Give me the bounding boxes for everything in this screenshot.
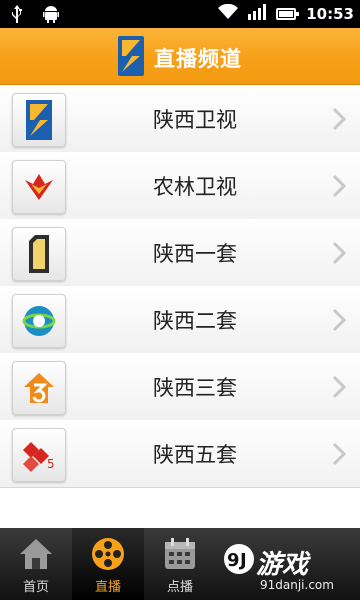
sxtv-logo-icon xyxy=(12,93,66,147)
tab-label: 点播 xyxy=(166,580,193,595)
channel-name: 陕西五套 xyxy=(153,443,237,467)
home-icon xyxy=(18,536,54,576)
nonglin-logo-icon xyxy=(12,160,66,214)
tab-home[interactable]: 首页 xyxy=(0,528,72,600)
channel-row[interactable]: 陕西二套 xyxy=(0,286,360,354)
channel-name: 陕西二套 xyxy=(153,309,237,333)
channel-name: 陕西一套 xyxy=(153,242,237,266)
tab-label: 首页 xyxy=(22,580,49,595)
chevron-right-icon xyxy=(332,442,347,470)
clock: 10:53 xyxy=(306,5,354,23)
wifi-icon xyxy=(218,3,239,24)
channel-row[interactable]: 农林卫视 xyxy=(0,152,360,220)
watermark: 9 J 游戏 91danji.com xyxy=(222,538,360,600)
app-logo-icon xyxy=(118,36,144,80)
battery-icon xyxy=(276,8,300,20)
channel-name: 农林卫视 xyxy=(153,175,237,199)
channel1-logo-icon xyxy=(12,227,66,281)
chevron-right-icon xyxy=(332,375,347,403)
channel5-logo-icon: 5 xyxy=(12,428,66,482)
channel-row[interactable]: 5 陕西五套 xyxy=(0,420,360,488)
page-title: 直播频道 xyxy=(154,47,242,71)
watermark-logo-icon: 9 J xyxy=(224,544,254,574)
channel3-logo-icon xyxy=(12,361,66,415)
chevron-right-icon xyxy=(332,241,347,269)
channel-name: 陕西三套 xyxy=(153,376,237,400)
svg-text:J: J xyxy=(238,550,247,571)
svg-text:5: 5 xyxy=(47,457,55,471)
chevron-right-icon xyxy=(332,174,347,202)
channel2-logo-icon xyxy=(12,294,66,348)
usb-icon xyxy=(10,5,24,27)
chevron-right-icon xyxy=(332,107,347,135)
channel-row[interactable]: 陕西卫视 xyxy=(0,85,360,153)
android-icon xyxy=(42,5,60,27)
signal-icon xyxy=(248,4,267,24)
watermark-url: 91danji.com xyxy=(260,578,334,592)
watermark-text: 游戏 xyxy=(256,550,309,580)
chevron-right-icon xyxy=(332,308,347,336)
tab-live[interactable]: 直播 xyxy=(72,528,144,600)
channel-row[interactable]: 陕西一套 xyxy=(0,219,360,287)
channel-name: 陕西卫视 xyxy=(153,108,237,132)
tab-label: 直播 xyxy=(94,580,121,595)
tab-vod[interactable]: 点播 xyxy=(144,528,216,600)
calendar-icon xyxy=(162,536,198,576)
film-reel-icon xyxy=(90,536,126,576)
status-bar: 10:53 xyxy=(0,0,360,28)
svg-text:9: 9 xyxy=(227,550,240,571)
channel-list: 陕西卫视 农林卫视 陕西一套 陕西二套 陕西三套 5 陕西五套 xyxy=(0,85,360,525)
header-bar: 直播频道 xyxy=(0,28,360,85)
channel-row[interactable]: 陕西三套 xyxy=(0,353,360,421)
